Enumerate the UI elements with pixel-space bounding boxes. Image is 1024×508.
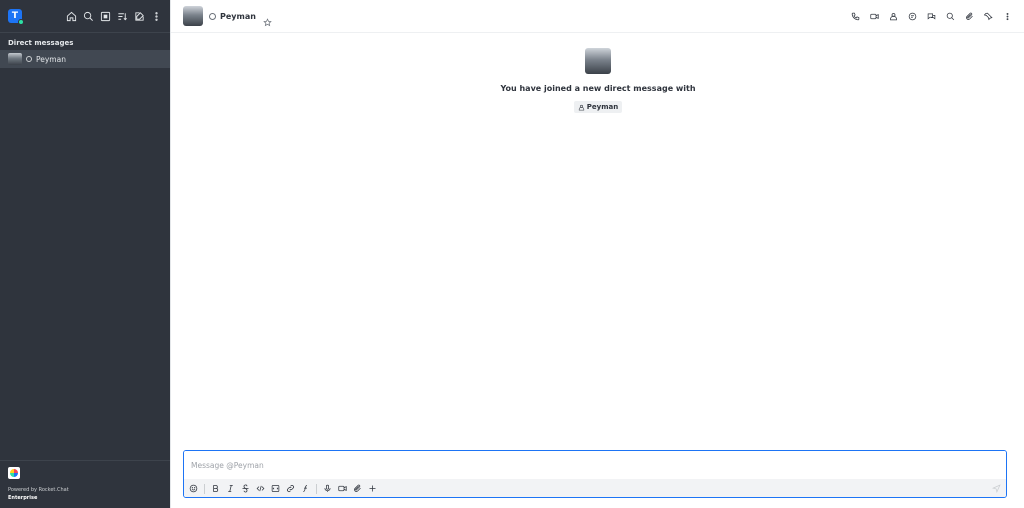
offline-status-icon	[26, 56, 32, 62]
rocket-chat-logo-icon	[8, 467, 20, 479]
message-composer	[183, 450, 1007, 498]
sidebar-item-peyman[interactable]: Peyman	[0, 50, 170, 68]
video-message-icon[interactable]	[338, 484, 347, 493]
toolbar-divider	[204, 483, 205, 494]
sidebar: T Direct messages Peyman Powered by Rock…	[0, 0, 170, 508]
italic-icon[interactable]	[226, 484, 235, 493]
phone-icon[interactable]	[850, 11, 860, 21]
offline-status-icon	[209, 12, 216, 20]
avatar	[585, 48, 611, 74]
link-icon[interactable]	[286, 484, 295, 493]
user-mention-label: Peyman	[586, 103, 619, 111]
sidebar-item-label: Peyman	[36, 54, 66, 64]
room-title[interactable]: Peyman	[220, 12, 256, 21]
avatar	[8, 53, 22, 65]
discussions-icon[interactable]	[926, 11, 936, 21]
sidebar-footer: Powered by Rocket.Chat Enterprise	[0, 460, 170, 508]
main-panel: Peyman You have joined a new direct mess…	[170, 0, 1024, 508]
room-toolbar	[850, 11, 1012, 21]
welcome-message: You have joined a new direct message wit…	[500, 84, 696, 93]
user-icon	[578, 104, 584, 110]
attachment-icon[interactable]	[964, 11, 974, 21]
video-icon[interactable]	[869, 11, 879, 21]
toolbar-divider	[316, 483, 317, 494]
room-header: Peyman	[171, 0, 1024, 33]
kebab-menu-icon[interactable]	[1002, 11, 1012, 21]
powered-by-text: Powered by Rocket.Chat	[8, 487, 69, 493]
microphone-icon[interactable]	[323, 484, 332, 493]
workspace-initial: T	[11, 11, 19, 21]
directory-icon[interactable]	[99, 10, 111, 22]
edition-text: Enterprise	[8, 495, 38, 501]
kebab-menu-icon[interactable]	[150, 10, 162, 22]
composer-toolbar	[184, 479, 1006, 497]
welcome-section: You have joined a new direct message wit…	[171, 48, 1024, 113]
user-info-icon[interactable]	[888, 11, 898, 21]
pin-icon[interactable]	[983, 11, 993, 21]
sort-icon[interactable]	[116, 10, 128, 22]
sidebar-header: T	[0, 0, 170, 32]
message-input[interactable]	[184, 451, 1006, 479]
workspace-avatar[interactable]: T	[8, 9, 24, 25]
formula-icon[interactable]	[301, 484, 310, 493]
search-icon[interactable]	[82, 10, 94, 22]
inline-code-icon[interactable]	[256, 484, 265, 493]
attachment-icon[interactable]	[353, 484, 362, 493]
create-new-icon[interactable]	[133, 10, 145, 22]
strikethrough-icon[interactable]	[241, 484, 250, 493]
home-icon[interactable]	[65, 10, 77, 22]
sidebar-toolbar	[65, 10, 162, 22]
code-block-icon[interactable]	[271, 484, 280, 493]
send-icon[interactable]	[992, 484, 1001, 493]
sidebar-section-title: Direct messages	[8, 39, 74, 47]
search-messages-icon[interactable]	[945, 11, 955, 21]
emoji-icon[interactable]	[189, 484, 198, 493]
online-status-dot	[18, 19, 24, 25]
bold-icon[interactable]	[211, 484, 220, 493]
user-mention-chip[interactable]: Peyman	[573, 101, 623, 113]
plus-icon[interactable]	[368, 484, 377, 493]
threads-icon[interactable]	[907, 11, 917, 21]
star-icon[interactable]	[263, 12, 272, 26]
avatar[interactable]	[183, 6, 203, 26]
